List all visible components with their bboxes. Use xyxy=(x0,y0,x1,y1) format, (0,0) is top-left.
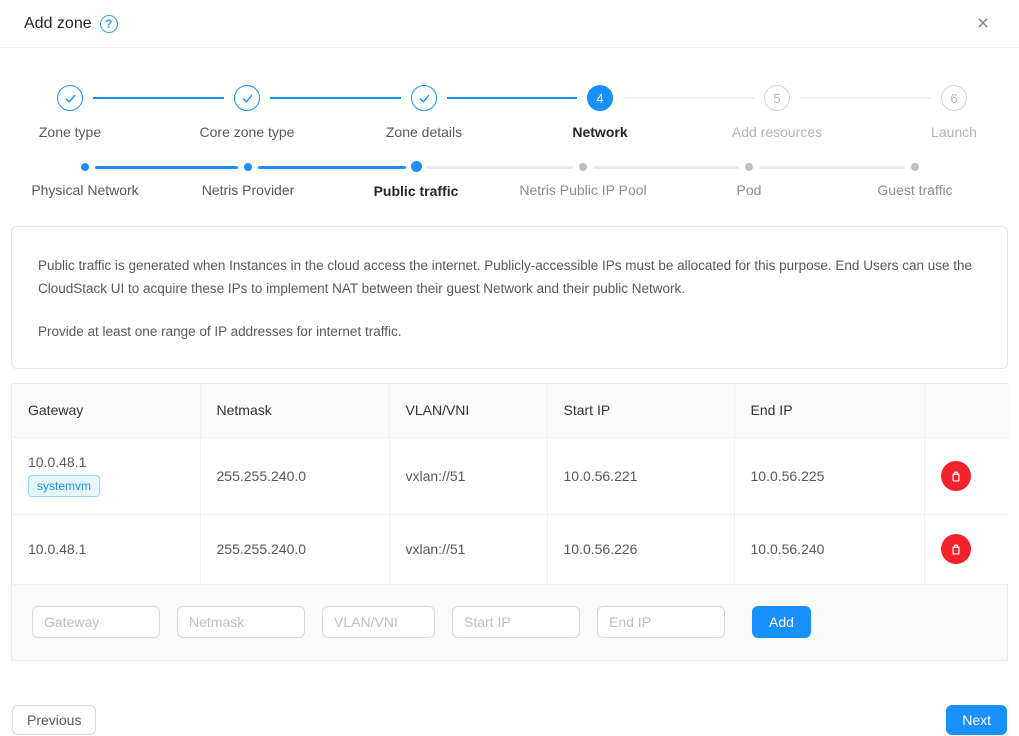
network-substepper: Physical Network Netris Provider Public … xyxy=(0,161,1019,205)
check-icon xyxy=(234,85,260,111)
step-dot xyxy=(81,163,89,171)
start-ip-cell: 10.0.56.221 xyxy=(547,437,734,514)
previous-button[interactable]: Previous xyxy=(12,705,96,735)
page-title: Add zone xyxy=(24,15,92,33)
step-dot xyxy=(745,163,753,171)
substep-guest-traffic: Guest traffic xyxy=(830,161,1000,198)
substep-physical-network: Physical Network xyxy=(0,161,170,198)
step-dot xyxy=(244,163,252,171)
wizard-footer: Previous Next xyxy=(12,705,1007,735)
check-icon xyxy=(411,85,437,111)
substep-label: Netris Provider xyxy=(163,182,333,198)
column-header-netmask: Netmask xyxy=(200,384,389,437)
table-row: 10.0.48.1 255.255.240.0 vxlan://51 10.0.… xyxy=(12,514,1009,584)
vlan-cell: vxlan://51 xyxy=(389,437,547,514)
vlan-cell: vxlan://51 xyxy=(389,514,547,584)
netmask-cell: 255.255.240.0 xyxy=(200,437,389,514)
substep-label: Public traffic xyxy=(331,183,501,199)
gateway-value: 10.0.48.1 xyxy=(28,454,184,470)
gateway-cell: 10.0.48.1 systemvm xyxy=(12,437,200,514)
gateway-input[interactable] xyxy=(32,606,160,638)
check-icon xyxy=(57,85,83,111)
gateway-cell: 10.0.48.1 xyxy=(12,514,200,584)
add-range-form: Add xyxy=(12,585,1007,660)
netmask-cell: 255.255.240.0 xyxy=(200,514,389,584)
trash-icon xyxy=(949,542,963,556)
step-dot xyxy=(579,163,587,171)
column-header-vlan: VLAN/VNI xyxy=(389,384,547,437)
end-ip-cell: 10.0.56.240 xyxy=(734,514,924,584)
column-header-actions xyxy=(924,384,1009,437)
step-zone-type: Zone type xyxy=(0,85,150,140)
column-header-end-ip: End IP xyxy=(734,384,924,437)
actions-cell xyxy=(924,437,1009,514)
end-ip-cell: 10.0.56.225 xyxy=(734,437,924,514)
vlan-input[interactable] xyxy=(322,606,435,638)
trash-icon xyxy=(949,469,963,483)
end-ip-input[interactable] xyxy=(597,606,725,638)
netmask-input[interactable] xyxy=(177,606,305,638)
ip-range-panel: Gateway Netmask VLAN/VNI Start IP End IP… xyxy=(11,383,1008,661)
public-traffic-info: Public traffic is generated when Instanc… xyxy=(11,226,1008,369)
table-header-row: Gateway Netmask VLAN/VNI Start IP End IP xyxy=(12,384,1009,437)
substep-public-traffic: Public traffic xyxy=(331,161,501,199)
step-label: Core zone type xyxy=(167,124,327,140)
step-launch: 6 Launch xyxy=(874,85,1019,140)
next-button[interactable]: Next xyxy=(946,705,1007,735)
close-icon[interactable]: × xyxy=(971,13,995,34)
step-network: 4 Network xyxy=(520,85,680,140)
step-label: Network xyxy=(520,124,680,140)
step-core-zone-type: Core zone type xyxy=(167,85,327,140)
step-label: Add resources xyxy=(697,124,857,140)
substep-label: Guest traffic xyxy=(830,182,1000,198)
step-label: Zone details xyxy=(344,124,504,140)
start-ip-cell: 10.0.56.226 xyxy=(547,514,734,584)
substep-label: Netris Public IP Pool xyxy=(498,182,668,198)
step-dot xyxy=(411,161,422,172)
delete-row-button[interactable] xyxy=(941,534,971,564)
info-paragraph: Public traffic is generated when Instanc… xyxy=(38,254,981,300)
step-zone-details: Zone details xyxy=(344,85,504,140)
delete-row-button[interactable] xyxy=(941,461,971,491)
substep-netris-public-ip-pool: Netris Public IP Pool xyxy=(498,161,668,198)
column-header-gateway: Gateway xyxy=(12,384,200,437)
start-ip-input[interactable] xyxy=(452,606,580,638)
step-number: 5 xyxy=(764,85,790,111)
ip-range-table: Gateway Netmask VLAN/VNI Start IP End IP… xyxy=(12,384,1009,585)
add-button[interactable]: Add xyxy=(752,606,811,638)
substep-netris-provider: Netris Provider xyxy=(163,161,333,198)
substep-label: Physical Network xyxy=(0,182,170,198)
substep-label: Pod xyxy=(664,182,834,198)
step-number: 4 xyxy=(587,85,613,111)
info-paragraph: Provide at least one range of IP address… xyxy=(38,320,981,343)
step-label: Launch xyxy=(874,124,1019,140)
column-header-start-ip: Start IP xyxy=(547,384,734,437)
table-row: 10.0.48.1 systemvm 255.255.240.0 vxlan:/… xyxy=(12,437,1009,514)
actions-cell xyxy=(924,514,1009,584)
substep-pod: Pod xyxy=(664,161,834,198)
step-add-resources: 5 Add resources xyxy=(697,85,857,140)
step-label: Zone type xyxy=(0,124,150,140)
step-dot xyxy=(911,163,919,171)
help-icon[interactable]: ? xyxy=(100,15,118,33)
systemvm-tag: systemvm xyxy=(28,475,100,497)
wizard-stepper: Zone type Core zone type Zone details 4 … xyxy=(0,85,1019,143)
step-number: 6 xyxy=(941,85,967,111)
modal-header: Add zone ? × xyxy=(0,0,1019,48)
